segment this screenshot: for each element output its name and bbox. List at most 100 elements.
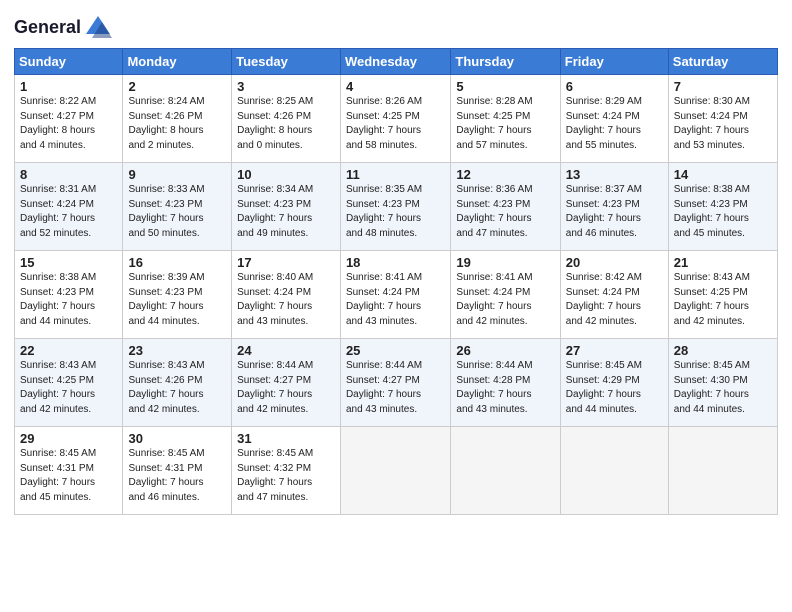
day-info: Sunrise: 8:45 AMSunset: 4:32 PMDaylight:… [237,447,335,505]
calendar-cell: 22 Sunrise: 8:43 AMSunset: 4:25 PMDaylig… [15,339,123,427]
calendar-cell: 5 Sunrise: 8:28 AMSunset: 4:25 PMDayligh… [451,75,560,163]
calendar-cell: 1 Sunrise: 8:22 AMSunset: 4:27 PMDayligh… [15,75,123,163]
col-header-tuesday: Tuesday [232,49,341,75]
day-info: Sunrise: 8:44 AMSunset: 4:27 PMDaylight:… [237,359,335,417]
calendar-cell: 4 Sunrise: 8:26 AMSunset: 4:25 PMDayligh… [340,75,450,163]
logo-icon [84,14,112,42]
day-number: 29 [20,431,117,446]
day-number: 27 [566,343,663,358]
calendar-cell: 17 Sunrise: 8:40 AMSunset: 4:24 PMDaylig… [232,251,341,339]
day-info: Sunrise: 8:43 AMSunset: 4:26 PMDaylight:… [128,359,226,417]
col-header-saturday: Saturday [668,49,777,75]
header: General [14,10,778,42]
day-number: 18 [346,255,445,270]
calendar-header-row: SundayMondayTuesdayWednesdayThursdayFrid… [15,49,778,75]
day-number: 30 [128,431,226,446]
calendar-cell [560,427,668,515]
calendar-cell [451,427,560,515]
day-number: 15 [20,255,117,270]
day-info: Sunrise: 8:30 AMSunset: 4:24 PMDaylight:… [674,95,772,153]
day-info: Sunrise: 8:38 AMSunset: 4:23 PMDaylight:… [20,271,117,329]
day-info: Sunrise: 8:34 AMSunset: 4:23 PMDaylight:… [237,183,335,241]
calendar-cell: 11 Sunrise: 8:35 AMSunset: 4:23 PMDaylig… [340,163,450,251]
calendar-cell: 13 Sunrise: 8:37 AMSunset: 4:23 PMDaylig… [560,163,668,251]
day-number: 21 [674,255,772,270]
calendar-cell: 18 Sunrise: 8:41 AMSunset: 4:24 PMDaylig… [340,251,450,339]
day-info: Sunrise: 8:44 AMSunset: 4:27 PMDaylight:… [346,359,445,417]
calendar-cell: 10 Sunrise: 8:34 AMSunset: 4:23 PMDaylig… [232,163,341,251]
day-number: 22 [20,343,117,358]
calendar-cell: 21 Sunrise: 8:43 AMSunset: 4:25 PMDaylig… [668,251,777,339]
calendar-cell: 27 Sunrise: 8:45 AMSunset: 4:29 PMDaylig… [560,339,668,427]
day-info: Sunrise: 8:43 AMSunset: 4:25 PMDaylight:… [20,359,117,417]
day-info: Sunrise: 8:41 AMSunset: 4:24 PMDaylight:… [456,271,554,329]
day-number: 1 [20,79,117,94]
week-row-1: 1 Sunrise: 8:22 AMSunset: 4:27 PMDayligh… [15,75,778,163]
day-number: 9 [128,167,226,182]
calendar-cell [668,427,777,515]
day-info: Sunrise: 8:33 AMSunset: 4:23 PMDaylight:… [128,183,226,241]
day-number: 26 [456,343,554,358]
col-header-thursday: Thursday [451,49,560,75]
calendar-cell: 31 Sunrise: 8:45 AMSunset: 4:32 PMDaylig… [232,427,341,515]
day-number: 31 [237,431,335,446]
day-number: 25 [346,343,445,358]
week-row-5: 29 Sunrise: 8:45 AMSunset: 4:31 PMDaylig… [15,427,778,515]
day-number: 19 [456,255,554,270]
col-header-sunday: Sunday [15,49,123,75]
day-info: Sunrise: 8:45 AMSunset: 4:30 PMDaylight:… [674,359,772,417]
day-info: Sunrise: 8:45 AMSunset: 4:31 PMDaylight:… [128,447,226,505]
day-number: 17 [237,255,335,270]
week-row-4: 22 Sunrise: 8:43 AMSunset: 4:25 PMDaylig… [15,339,778,427]
calendar-cell: 16 Sunrise: 8:39 AMSunset: 4:23 PMDaylig… [123,251,232,339]
day-info: Sunrise: 8:24 AMSunset: 4:26 PMDaylight:… [128,95,226,153]
day-number: 8 [20,167,117,182]
day-number: 24 [237,343,335,358]
day-info: Sunrise: 8:22 AMSunset: 4:27 PMDaylight:… [20,95,117,153]
calendar-cell: 20 Sunrise: 8:42 AMSunset: 4:24 PMDaylig… [560,251,668,339]
day-info: Sunrise: 8:44 AMSunset: 4:28 PMDaylight:… [456,359,554,417]
calendar-cell: 26 Sunrise: 8:44 AMSunset: 4:28 PMDaylig… [451,339,560,427]
day-number: 5 [456,79,554,94]
day-number: 7 [674,79,772,94]
day-number: 6 [566,79,663,94]
day-info: Sunrise: 8:45 AMSunset: 4:29 PMDaylight:… [566,359,663,417]
day-info: Sunrise: 8:28 AMSunset: 4:25 PMDaylight:… [456,95,554,153]
calendar-cell: 24 Sunrise: 8:44 AMSunset: 4:27 PMDaylig… [232,339,341,427]
calendar-cell [340,427,450,515]
calendar-cell: 29 Sunrise: 8:45 AMSunset: 4:31 PMDaylig… [15,427,123,515]
day-info: Sunrise: 8:31 AMSunset: 4:24 PMDaylight:… [20,183,117,241]
day-info: Sunrise: 8:36 AMSunset: 4:23 PMDaylight:… [456,183,554,241]
day-info: Sunrise: 8:40 AMSunset: 4:24 PMDaylight:… [237,271,335,329]
day-number: 4 [346,79,445,94]
day-info: Sunrise: 8:37 AMSunset: 4:23 PMDaylight:… [566,183,663,241]
calendar-cell: 28 Sunrise: 8:45 AMSunset: 4:30 PMDaylig… [668,339,777,427]
day-info: Sunrise: 8:42 AMSunset: 4:24 PMDaylight:… [566,271,663,329]
col-header-wednesday: Wednesday [340,49,450,75]
calendar-cell: 14 Sunrise: 8:38 AMSunset: 4:23 PMDaylig… [668,163,777,251]
day-number: 12 [456,167,554,182]
calendar-cell: 2 Sunrise: 8:24 AMSunset: 4:26 PMDayligh… [123,75,232,163]
day-info: Sunrise: 8:29 AMSunset: 4:24 PMDaylight:… [566,95,663,153]
day-info: Sunrise: 8:41 AMSunset: 4:24 PMDaylight:… [346,271,445,329]
week-row-3: 15 Sunrise: 8:38 AMSunset: 4:23 PMDaylig… [15,251,778,339]
logo-text: General [14,18,81,38]
day-number: 28 [674,343,772,358]
calendar-cell: 7 Sunrise: 8:30 AMSunset: 4:24 PMDayligh… [668,75,777,163]
calendar-cell: 12 Sunrise: 8:36 AMSunset: 4:23 PMDaylig… [451,163,560,251]
calendar-cell: 23 Sunrise: 8:43 AMSunset: 4:26 PMDaylig… [123,339,232,427]
calendar-cell: 19 Sunrise: 8:41 AMSunset: 4:24 PMDaylig… [451,251,560,339]
day-number: 16 [128,255,226,270]
day-info: Sunrise: 8:43 AMSunset: 4:25 PMDaylight:… [674,271,772,329]
day-number: 14 [674,167,772,182]
day-info: Sunrise: 8:26 AMSunset: 4:25 PMDaylight:… [346,95,445,153]
day-number: 2 [128,79,226,94]
col-header-monday: Monday [123,49,232,75]
day-info: Sunrise: 8:45 AMSunset: 4:31 PMDaylight:… [20,447,117,505]
day-info: Sunrise: 8:38 AMSunset: 4:23 PMDaylight:… [674,183,772,241]
day-number: 23 [128,343,226,358]
day-info: Sunrise: 8:39 AMSunset: 4:23 PMDaylight:… [128,271,226,329]
day-number: 20 [566,255,663,270]
day-number: 3 [237,79,335,94]
day-number: 11 [346,167,445,182]
